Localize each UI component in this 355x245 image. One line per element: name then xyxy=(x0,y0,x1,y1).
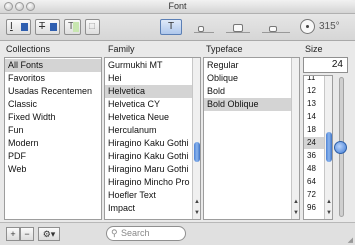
shadow-offset-knob[interactable] xyxy=(269,26,277,32)
family-list[interactable]: Impact Hoefler Text Hiragino Mincho Pro Hir… xyxy=(104,57,201,220)
bottom-bar: + − ⚙▾ ⚲ Search ◢ xyxy=(0,222,355,245)
title-bar[interactable]: Font xyxy=(0,0,355,14)
scroll-down-icon[interactable]: ▼ xyxy=(193,210,200,216)
search-icon: ⚲ xyxy=(111,228,118,238)
typeface-item[interactable]: Oblique xyxy=(204,72,291,85)
text-shadow-button[interactable]: T xyxy=(160,19,182,35)
size-item[interactable]: 24 xyxy=(304,137,324,149)
collection-item[interactable]: Modern xyxy=(5,137,101,150)
family-item[interactable]: Hei xyxy=(105,72,192,85)
family-item[interactable]: Hiragino Kaku Gothi xyxy=(105,150,192,163)
size-scrollbar[interactable]: ▲ ▼ xyxy=(324,76,332,219)
font-panel-window: Font I T T □ T 315° Collections Family T… xyxy=(0,0,355,245)
window-title: Font xyxy=(168,1,187,11)
add-collection-button[interactable]: + xyxy=(6,227,20,241)
text-color-button[interactable]: T xyxy=(64,19,81,35)
search-field[interactable]: ⚲ Search xyxy=(106,226,186,241)
typeface-item[interactable]: Regular xyxy=(204,59,291,72)
toolbar: I T T □ T 315° xyxy=(0,14,355,41)
scroll-up-icon[interactable]: ▲ xyxy=(292,199,299,205)
typeface-scrollbar[interactable]: ▲ ▼ xyxy=(291,58,299,219)
collection-item[interactable]: Usadas Recentemen xyxy=(5,85,101,98)
underline-icon: I xyxy=(10,21,13,32)
collection-item[interactable]: All Fonts xyxy=(5,59,101,72)
document-color-icon: □ xyxy=(89,21,96,32)
typeface-item[interactable]: Bold xyxy=(204,85,291,98)
family-header: Family xyxy=(108,44,135,54)
scroll-up-icon[interactable]: ▲ xyxy=(193,199,200,205)
chevron-down-icon xyxy=(50,23,57,31)
shadow-blur-slider[interactable] xyxy=(226,32,250,33)
remove-collection-button[interactable]: − xyxy=(20,227,34,241)
family-item[interactable]: Helvetica CY xyxy=(105,98,192,111)
collection-item[interactable]: Fixed Width xyxy=(5,111,101,124)
size-item[interactable]: 14 xyxy=(304,111,324,123)
underline-button[interactable]: I xyxy=(6,19,31,35)
strikethrough-icon: T xyxy=(39,21,46,32)
scroll-up-icon[interactable]: ▲ xyxy=(325,199,332,205)
collection-item[interactable]: Classic xyxy=(5,98,101,111)
size-item[interactable]: 72 xyxy=(304,189,324,201)
size-item[interactable]: 11 xyxy=(304,76,324,84)
family-item[interactable]: Gurmukhi MT xyxy=(105,59,192,72)
collections-header: Collections xyxy=(6,44,51,54)
collection-item[interactable]: Favoritos xyxy=(5,72,101,85)
size-item[interactable]: 64 xyxy=(304,176,324,188)
strikethrough-button[interactable]: T xyxy=(35,19,60,35)
family-scroll-thumb[interactable] xyxy=(194,142,200,162)
resize-grip-icon[interactable]: ◢ xyxy=(348,236,353,244)
size-scroll-thumb[interactable] xyxy=(326,132,332,162)
family-item[interactable]: Herculanum xyxy=(105,124,192,137)
size-item[interactable]: 12 xyxy=(304,85,324,97)
size-item[interactable]: 18 xyxy=(304,124,324,136)
size-item[interactable]: 13 xyxy=(304,98,324,110)
family-item[interactable]: Hiragino Maru Gothi xyxy=(105,163,192,176)
size-header: Size xyxy=(305,44,323,54)
shadow-opacity-knob[interactable] xyxy=(198,26,204,32)
action-menu-button[interactable]: ⚙▾ xyxy=(38,227,60,241)
family-item[interactable]: Helvetica xyxy=(105,85,192,98)
typeface-item[interactable]: Bold Oblique xyxy=(204,98,291,111)
typeface-header: Typeface xyxy=(206,44,243,54)
collections-list[interactable]: Web PDF Modern Fun Fixed Width Classic Usadas … xyxy=(4,57,102,220)
size-item[interactable]: 36 xyxy=(304,150,324,162)
collection-item[interactable]: PDF xyxy=(5,150,101,163)
family-item[interactable]: Hiragino Kaku Gothi xyxy=(105,137,192,150)
family-item[interactable]: Impact xyxy=(105,202,192,215)
scroll-down-icon[interactable]: ▼ xyxy=(292,210,299,216)
family-item[interactable]: Hiragino Mincho Pro xyxy=(105,176,192,189)
shadow-blur-knob[interactable] xyxy=(233,24,243,32)
shadow-angle-value: 315° xyxy=(319,21,340,32)
search-placeholder: Search xyxy=(121,228,150,238)
size-input[interactable]: 24 xyxy=(303,57,348,73)
size-item[interactable]: 96 xyxy=(304,202,324,214)
document-color-button[interactable]: □ xyxy=(85,19,100,35)
family-item[interactable]: Hoefler Text xyxy=(105,189,192,202)
shadow-icon: T xyxy=(168,21,175,32)
shadow-offset-slider[interactable] xyxy=(262,32,290,33)
size-item[interactable]: 48 xyxy=(304,163,324,175)
collection-item[interactable]: Web xyxy=(5,163,101,176)
color-swatch xyxy=(73,22,79,32)
chevron-down-icon xyxy=(21,23,28,31)
size-list[interactable]: 96 72 64 48 36 24 18 14 13 12 11 ▲ ▼ xyxy=(303,75,333,220)
family-item[interactable]: Helvetica Neue xyxy=(105,111,192,124)
collection-item[interactable]: Fun xyxy=(5,124,101,137)
size-slider-knob[interactable] xyxy=(334,141,347,154)
family-scrollbar[interactable]: ▲ ▼ xyxy=(192,58,200,219)
shadow-angle-dial[interactable] xyxy=(300,19,315,34)
typeface-list[interactable]: Bold Oblique Bold Oblique Regular ▲ ▼ xyxy=(203,57,300,220)
shadow-opacity-slider[interactable] xyxy=(194,32,214,33)
scroll-down-icon[interactable]: ▼ xyxy=(325,210,332,216)
